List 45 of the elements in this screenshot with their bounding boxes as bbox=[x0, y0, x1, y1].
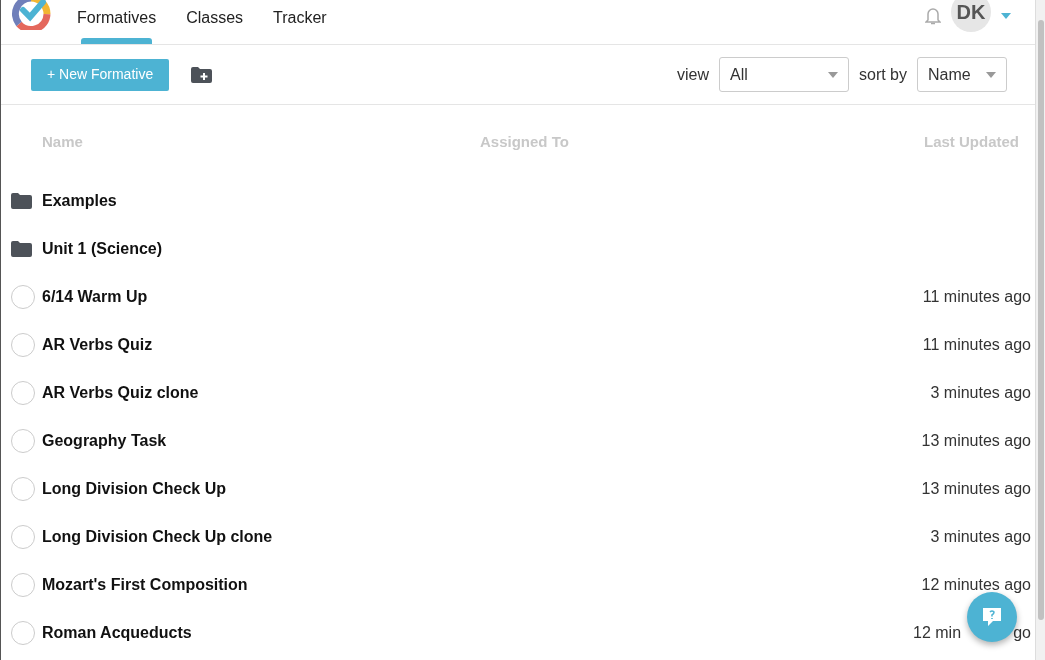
caret-icon bbox=[1001, 13, 1011, 19]
last-updated: 11 minutes ago bbox=[922, 287, 1031, 307]
caret-icon bbox=[986, 71, 996, 78]
row-name[interactable]: Roman Acqueducts bbox=[42, 621, 192, 645]
caret-icon bbox=[828, 71, 838, 78]
sort-label: sort by bbox=[859, 64, 907, 85]
select-checkbox[interactable] bbox=[11, 573, 35, 597]
row-name[interactable]: Long Division Check Up clone bbox=[42, 525, 273, 549]
view-label: view bbox=[676, 64, 709, 85]
row-name[interactable]: Examples bbox=[42, 189, 117, 213]
select-checkbox[interactable] bbox=[11, 477, 35, 501]
new-folder-icon[interactable] bbox=[191, 66, 213, 83]
user-avatar[interactable]: DK bbox=[951, 0, 991, 32]
sort-select[interactable]: Name bbox=[917, 57, 1007, 92]
row-name[interactable]: Unit 1 (Science) bbox=[42, 237, 163, 261]
select-checkbox[interactable] bbox=[11, 285, 35, 309]
last-updated-end: go bbox=[1013, 623, 1031, 643]
last-updated: 13 minutes ago bbox=[921, 431, 1031, 451]
help-chat-icon bbox=[981, 606, 1003, 628]
view-select[interactable]: All bbox=[719, 57, 849, 92]
last-updated: 12 minutes ago bbox=[921, 575, 1031, 595]
select-checkbox[interactable] bbox=[11, 429, 35, 453]
row-name[interactable]: Long Division Check Up bbox=[42, 477, 226, 501]
nav-tab[interactable]: Formatives bbox=[77, 0, 157, 44]
last-updated: 3 minutes ago bbox=[930, 383, 1031, 403]
select-checkbox[interactable] bbox=[11, 381, 35, 405]
last-updated: 12 min bbox=[913, 623, 962, 643]
nav-tab[interactable]: Classes bbox=[186, 0, 244, 44]
row-name[interactable]: Mozart's First Composition bbox=[42, 573, 248, 597]
select-checkbox[interactable] bbox=[11, 621, 35, 645]
last-updated: 11 minutes ago bbox=[922, 335, 1031, 355]
select-checkbox[interactable] bbox=[11, 525, 35, 549]
scrollbar-thumb[interactable] bbox=[1037, 20, 1044, 620]
row-name[interactable]: AR Verbs Quiz bbox=[42, 333, 153, 357]
select-checkbox[interactable] bbox=[11, 333, 35, 357]
bell-icon[interactable] bbox=[925, 7, 941, 25]
row-name[interactable]: 6/14 Warm Up bbox=[42, 285, 148, 309]
folder-icon bbox=[11, 241, 32, 257]
logo-icon bbox=[11, 0, 51, 30]
row-name[interactable]: Geography Task bbox=[42, 429, 167, 453]
nav-tab[interactable]: Tracker bbox=[273, 0, 327, 44]
last-updated: 13 minutes ago bbox=[921, 479, 1031, 499]
folder-icon bbox=[11, 193, 32, 209]
last-updated: 3 minutes ago bbox=[930, 527, 1031, 547]
row-name[interactable]: AR Verbs Quiz clone bbox=[42, 381, 199, 405]
